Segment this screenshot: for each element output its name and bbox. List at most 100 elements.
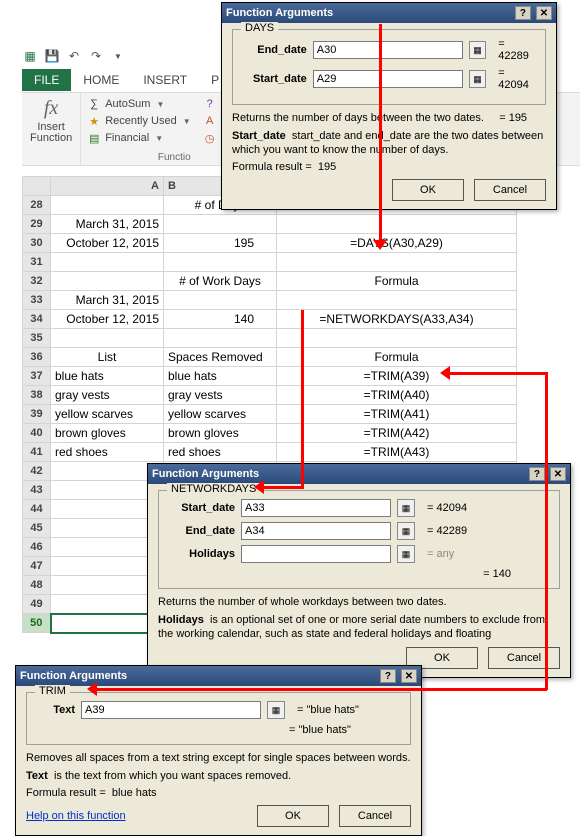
- cell[interactable]: Spaces Removed: [164, 348, 277, 367]
- cell[interactable]: March 31, 2015: [51, 215, 164, 234]
- end-date-input[interactable]: [313, 41, 463, 59]
- row-header[interactable]: 38: [23, 386, 51, 405]
- dialog-titlebar[interactable]: Function Arguments ? ✕: [148, 464, 570, 484]
- cell[interactable]: 195: [164, 234, 277, 253]
- cell[interactable]: Formula: [277, 272, 517, 291]
- tab-insert[interactable]: INSERT: [131, 69, 199, 91]
- cancel-button[interactable]: Cancel: [339, 805, 411, 827]
- end-date-input[interactable]: [241, 522, 391, 540]
- cell[interactable]: [51, 272, 164, 291]
- autosum-button[interactable]: ∑AutoSum▼: [87, 97, 190, 111]
- cell[interactable]: gray vests: [164, 386, 277, 405]
- text-input[interactable]: [81, 701, 261, 719]
- cell[interactable]: [51, 253, 164, 272]
- dialog-titlebar[interactable]: Function Arguments ? ✕: [16, 666, 421, 686]
- cell[interactable]: red shoes: [51, 443, 164, 462]
- cell[interactable]: October 12, 2015: [51, 310, 164, 329]
- ok-button[interactable]: OK: [392, 179, 464, 201]
- cell[interactable]: [164, 329, 277, 348]
- close-button[interactable]: ✕: [550, 467, 566, 481]
- cell[interactable]: yellow scarves: [51, 405, 164, 424]
- cell[interactable]: [277, 291, 517, 310]
- help-button[interactable]: ?: [515, 6, 531, 20]
- financial-button[interactable]: ▤Financial▼: [87, 131, 190, 145]
- cell[interactable]: [164, 291, 277, 310]
- cell[interactable]: yellow scarves: [164, 405, 277, 424]
- cell[interactable]: [277, 253, 517, 272]
- row-header[interactable]: 28: [23, 196, 51, 215]
- collapse-dialog-icon[interactable]: ▦: [397, 499, 415, 517]
- cell[interactable]: =TRIM(A43): [277, 443, 517, 462]
- row-header[interactable]: 47: [23, 557, 51, 576]
- ok-button[interactable]: OK: [257, 805, 329, 827]
- tab-file[interactable]: FILE: [22, 69, 71, 91]
- column-header-a[interactable]: A: [51, 177, 164, 196]
- row-header[interactable]: 29: [23, 215, 51, 234]
- tab-home[interactable]: HOME: [71, 69, 131, 91]
- cell[interactable]: March 31, 2015: [51, 291, 164, 310]
- row-header[interactable]: 31: [23, 253, 51, 272]
- row-header[interactable]: 46: [23, 538, 51, 557]
- cell[interactable]: =TRIM(A42): [277, 424, 517, 443]
- insert-function-group[interactable]: fx InsertFunction: [22, 93, 81, 165]
- row-header[interactable]: 43: [23, 481, 51, 500]
- save-icon[interactable]: 💾: [44, 48, 60, 64]
- start-date-input[interactable]: [241, 499, 391, 517]
- recently-used-button[interactable]: ★Recently Used▼: [87, 114, 190, 128]
- row-header[interactable]: 48: [23, 576, 51, 595]
- cell[interactable]: red shoes: [164, 443, 277, 462]
- row-header[interactable]: 36: [23, 348, 51, 367]
- select-all-corner[interactable]: [23, 177, 51, 196]
- help-button[interactable]: ?: [529, 467, 545, 481]
- cell[interactable]: =TRIM(A40): [277, 386, 517, 405]
- undo-icon[interactable]: ↶: [66, 48, 82, 64]
- cell[interactable]: [164, 253, 277, 272]
- row-header[interactable]: 35: [23, 329, 51, 348]
- row-header[interactable]: 40: [23, 424, 51, 443]
- row-header[interactable]: 30: [23, 234, 51, 253]
- row-header[interactable]: 50: [23, 614, 51, 633]
- cell[interactable]: gray vests: [51, 386, 164, 405]
- cell[interactable]: [277, 215, 517, 234]
- cell[interactable]: blue hats: [51, 367, 164, 386]
- collapse-dialog-icon[interactable]: ▦: [397, 522, 415, 540]
- cancel-button[interactable]: Cancel: [474, 179, 546, 201]
- collapse-dialog-icon[interactable]: ▦: [267, 701, 285, 719]
- cell[interactable]: brown gloves: [164, 424, 277, 443]
- cell[interactable]: List: [51, 348, 164, 367]
- cell[interactable]: [51, 196, 164, 215]
- cell[interactable]: Formula: [277, 348, 517, 367]
- cell[interactable]: # of Work Days: [164, 272, 277, 291]
- cell[interactable]: =NETWORKDAYS(A33,A34): [277, 310, 517, 329]
- collapse-dialog-icon[interactable]: ▦: [469, 70, 486, 88]
- redo-icon[interactable]: ↷: [88, 48, 104, 64]
- cell[interactable]: [277, 329, 517, 348]
- help-button[interactable]: ?: [380, 669, 396, 683]
- start-date-input[interactable]: [313, 70, 463, 88]
- cell[interactable]: [51, 329, 164, 348]
- row-header[interactable]: 49: [23, 595, 51, 614]
- row-header[interactable]: 45: [23, 519, 51, 538]
- row-header[interactable]: 34: [23, 310, 51, 329]
- holidays-input[interactable]: [241, 545, 391, 563]
- cell[interactable]: [164, 215, 277, 234]
- row-header[interactable]: 37: [23, 367, 51, 386]
- cell[interactable]: =TRIM(A39): [277, 367, 517, 386]
- dialog-titlebar[interactable]: Function Arguments ? ✕: [222, 3, 556, 23]
- collapse-dialog-icon[interactable]: ▦: [397, 545, 415, 563]
- row-header[interactable]: 39: [23, 405, 51, 424]
- collapse-dialog-icon[interactable]: ▦: [469, 41, 486, 59]
- close-button[interactable]: ✕: [401, 669, 417, 683]
- row-header[interactable]: 42: [23, 462, 51, 481]
- cell[interactable]: blue hats: [164, 367, 277, 386]
- cancel-button[interactable]: Cancel: [488, 647, 560, 669]
- cell[interactable]: brown gloves: [51, 424, 164, 443]
- cell[interactable]: 140: [164, 310, 277, 329]
- qat-dropdown-icon[interactable]: ▼: [110, 48, 126, 64]
- row-header[interactable]: 41: [23, 443, 51, 462]
- row-header[interactable]: 44: [23, 500, 51, 519]
- close-button[interactable]: ✕: [536, 6, 552, 20]
- row-header[interactable]: 32: [23, 272, 51, 291]
- row-header[interactable]: 33: [23, 291, 51, 310]
- cell[interactable]: =TRIM(A41): [277, 405, 517, 424]
